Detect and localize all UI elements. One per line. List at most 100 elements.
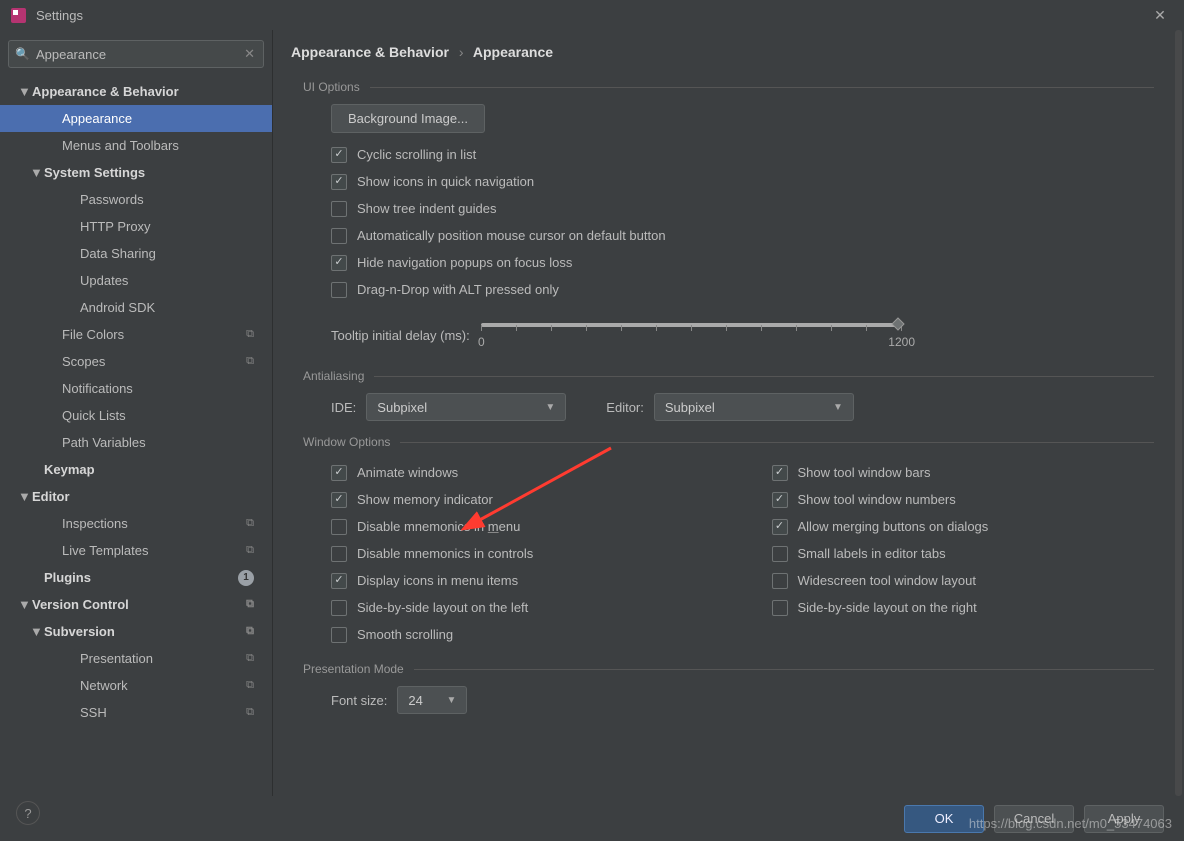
slider-knob-icon[interactable]: [889, 315, 907, 333]
sidebar-item-scopes[interactable]: Scopes⧉: [0, 348, 272, 375]
sidebar-item-label: Plugins: [44, 570, 238, 585]
window-option-row: Display icons in menu items: [331, 567, 714, 594]
checkbox-label: Widescreen tool window layout: [798, 573, 976, 588]
sidebar-item-live-templates[interactable]: Live Templates⧉: [0, 537, 272, 564]
clear-search-icon[interactable]: ✕: [242, 46, 257, 62]
chevron-down-icon: ▼: [30, 165, 44, 180]
slider-max: 1200: [888, 335, 915, 349]
sidebar: 🔍 ✕ ▼Appearance & BehaviorAppearanceMenu…: [0, 30, 273, 796]
copy-icon: ⧉: [246, 706, 272, 719]
background-image-button[interactable]: Background Image...: [331, 104, 485, 133]
checkbox[interactable]: [772, 519, 788, 535]
sidebar-item-label: Version Control: [32, 597, 246, 612]
checkbox-label: Cyclic scrolling in list: [357, 147, 476, 162]
sidebar-item-editor[interactable]: ▼Editor: [0, 483, 272, 510]
checkbox[interactable]: [331, 282, 347, 298]
help-button[interactable]: ?: [16, 801, 40, 825]
aa-editor-select[interactable]: Subpixel ▼: [654, 393, 854, 421]
checkbox[interactable]: [331, 147, 347, 163]
sidebar-item-quick-lists[interactable]: Quick Lists: [0, 402, 272, 429]
checkbox-label: Automatically position mouse cursor on d…: [357, 228, 666, 243]
search-icon: 🔍: [15, 47, 30, 61]
close-icon[interactable]: ✕: [1146, 1, 1174, 29]
sidebar-item-plugins[interactable]: Plugins1: [0, 564, 272, 591]
font-size-select[interactable]: 24 ▼: [397, 686, 467, 714]
checkbox[interactable]: [331, 174, 347, 190]
sidebar-item-label: Subversion: [44, 624, 246, 639]
window-option-row: Disable mnemonics in controls: [331, 540, 714, 567]
checkbox-label: Animate windows: [357, 465, 458, 480]
sidebar-item-label: Live Templates: [62, 543, 246, 558]
checkbox[interactable]: [331, 519, 347, 535]
sidebar-item-path-variables[interactable]: Path Variables: [0, 429, 272, 456]
sidebar-item-subversion[interactable]: ▼Subversion⧉: [0, 618, 272, 645]
checkbox[interactable]: [772, 573, 788, 589]
settings-tree: ▼Appearance & BehaviorAppearanceMenus an…: [0, 74, 272, 796]
breadcrumb-parent[interactable]: Appearance & Behavior: [291, 44, 449, 60]
aa-ide-select[interactable]: Subpixel ▼: [366, 393, 566, 421]
search-input[interactable]: [30, 47, 242, 62]
breadcrumb-sep: ›: [453, 44, 470, 60]
checkbox-label: Display icons in menu items: [357, 573, 518, 588]
section-title: Antialiasing: [303, 369, 364, 383]
checkbox[interactable]: [331, 228, 347, 244]
select-value: Subpixel: [665, 400, 715, 415]
sidebar-item-data-sharing[interactable]: Data Sharing: [0, 240, 272, 267]
checkbox[interactable]: [331, 465, 347, 481]
apply-button[interactable]: Apply: [1084, 805, 1164, 833]
checkbox[interactable]: [331, 627, 347, 643]
sidebar-item-notifications[interactable]: Notifications: [0, 375, 272, 402]
checkbox-label: Show tool window numbers: [798, 492, 956, 507]
search-input-wrapper[interactable]: 🔍 ✕: [8, 40, 264, 68]
divider: [370, 87, 1154, 88]
sidebar-item-menus-and-toolbars[interactable]: Menus and Toolbars: [0, 132, 272, 159]
window-option-row: Show memory indicator: [331, 486, 714, 513]
checkbox[interactable]: [772, 492, 788, 508]
sidebar-item-updates[interactable]: Updates: [0, 267, 272, 294]
checkbox[interactable]: [331, 600, 347, 616]
checkbox[interactable]: [772, 465, 788, 481]
aa-editor-label: Editor:: [606, 400, 644, 415]
sidebar-item-system-settings[interactable]: ▼System Settings: [0, 159, 272, 186]
sidebar-item-network[interactable]: Network⧉: [0, 672, 272, 699]
sidebar-item-presentation[interactable]: Presentation⧉: [0, 645, 272, 672]
sidebar-item-label: Menus and Toolbars: [62, 138, 272, 153]
window-option-row: Widescreen tool window layout: [772, 567, 1155, 594]
window-option-row: Show tool window numbers: [772, 486, 1155, 513]
checkbox[interactable]: [331, 255, 347, 271]
sidebar-item-passwords[interactable]: Passwords: [0, 186, 272, 213]
window-option-row: Allow merging buttons on dialogs: [772, 513, 1155, 540]
sidebar-item-label: System Settings: [44, 165, 272, 180]
sidebar-item-inspections[interactable]: Inspections⧉: [0, 510, 272, 537]
copy-icon: ⧉: [246, 679, 272, 692]
sidebar-item-label: Appearance: [62, 111, 272, 126]
checkbox-label: Disable mnemonics in controls: [357, 546, 533, 561]
caret-down-icon: ▼: [446, 695, 456, 706]
sidebar-item-android-sdk[interactable]: Android SDK: [0, 294, 272, 321]
sidebar-item-file-colors[interactable]: File Colors⧉: [0, 321, 272, 348]
sidebar-item-ssh[interactable]: SSH⧉: [0, 699, 272, 726]
sidebar-item-http-proxy[interactable]: HTTP Proxy: [0, 213, 272, 240]
ok-button[interactable]: OK: [904, 805, 984, 833]
cancel-button[interactable]: Cancel: [994, 805, 1074, 833]
caret-down-icon: ▼: [545, 402, 555, 413]
sidebar-item-keymap[interactable]: Keymap: [0, 456, 272, 483]
checkbox[interactable]: [331, 573, 347, 589]
scrollbar[interactable]: [1175, 30, 1182, 796]
sidebar-item-appearance-behavior[interactable]: ▼Appearance & Behavior: [0, 78, 272, 105]
checkbox-label: Show tool window bars: [798, 465, 931, 480]
checkbox[interactable]: [331, 546, 347, 562]
sidebar-item-label: Updates: [80, 273, 272, 288]
checkbox[interactable]: [772, 600, 788, 616]
sidebar-item-version-control[interactable]: ▼Version Control⧉: [0, 591, 272, 618]
checkbox[interactable]: [331, 492, 347, 508]
checkbox[interactable]: [331, 201, 347, 217]
sidebar-item-label: Appearance & Behavior: [32, 84, 272, 99]
sidebar-item-label: Editor: [32, 489, 272, 504]
window-option-row: Side-by-side layout on the left: [331, 594, 714, 621]
sidebar-item-appearance[interactable]: Appearance: [0, 105, 272, 132]
checkbox-label: Show icons in quick navigation: [357, 174, 534, 189]
checkbox[interactable]: [772, 546, 788, 562]
tooltip-delay-slider[interactable]: 0 1200: [481, 315, 901, 355]
window-option-row: Animate windows: [331, 459, 714, 486]
